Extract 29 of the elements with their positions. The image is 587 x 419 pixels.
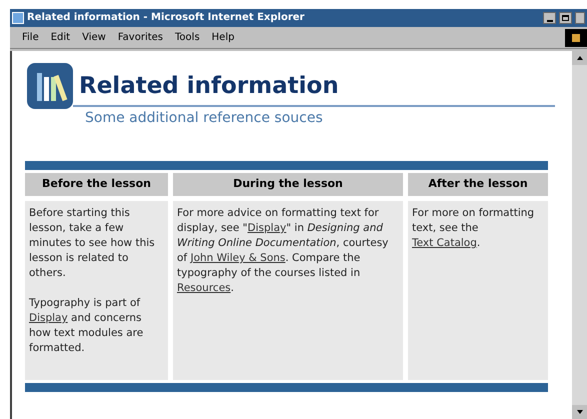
page-subtitle: Some additional reference souces [85,109,324,128]
menu-item[interactable]: Help [212,30,234,45]
minimize-button[interactable] [543,12,556,24]
column-heading: During the lesson [173,173,403,196]
menu-item[interactable]: Edit [50,30,70,45]
menu-item[interactable]: Tools [175,30,200,45]
menu-item[interactable]: View [82,30,106,45]
text-link[interactable]: Display [29,312,68,324]
books-icon [27,63,73,109]
menu-item[interactable]: Favorites [118,30,164,45]
paragraph-text: For more advice on formatting text for display, see "Display" in Designing and Writing Online Documentation, courtesy of John Wiley & Sons. Compare the typography of the courses listed in Resources. [177,206,390,296]
window-title: Related information - Microsoft Internet Explorer [27,13,304,23]
column-heading: After the lesson [408,173,548,196]
scroll-up-icon[interactable] [572,51,587,65]
page-heading: Related information [79,72,339,101]
close-button[interactable] [575,12,585,24]
maximize-button[interactable] [559,12,572,24]
paragraph-text: Before starting this lesson, take a few minutes to see how this lesson is related to others. [29,206,156,281]
column-heading: Before the lesson [25,173,168,196]
text-link[interactable]: Resources [177,282,231,294]
browser-logo-icon [565,28,587,46]
text-link[interactable]: Text Catalog [412,237,477,249]
paragraph-text: Typography is part of Display and concerns how text modules are formatted. [29,296,144,356]
browser-icon [12,12,24,24]
text-link[interactable]: John Wiley & Sons [190,252,286,264]
menu-item[interactable]: File [22,30,39,45]
text-link[interactable]: Display [248,222,286,234]
scroll-down-icon[interactable] [572,405,587,419]
paragraph-text: For more on formatting text, see the Text Catalog. [412,206,536,251]
